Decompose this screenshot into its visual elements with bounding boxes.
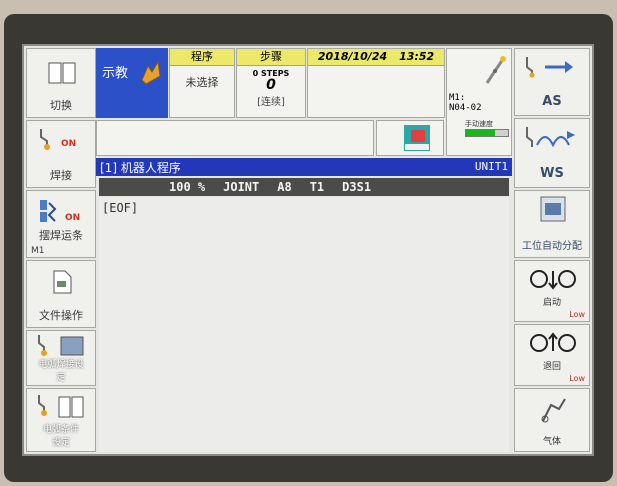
manual-speed-fill — [466, 130, 496, 136]
arc-weld-setting-icon — [38, 335, 84, 356]
file-operation-button[interactable]: 文件操作 — [26, 260, 96, 328]
arc-condition-setting-icon — [38, 395, 84, 418]
gas-button[interactable]: 气体 — [514, 388, 590, 452]
switch-label: 切换 — [50, 99, 72, 112]
station-auto-assign-button[interactable]: 工位自动分配 — [514, 190, 590, 258]
mode-label: 示教 — [102, 66, 129, 81]
time-value: 13:52 — [399, 50, 435, 63]
switch-button[interactable]: 切换 — [26, 48, 96, 118]
teach-hand-icon — [141, 60, 161, 85]
file-icon — [53, 270, 72, 294]
arc-weld-setting-label: 电弧焊接设定 — [38, 360, 84, 383]
as-button[interactable]: AS — [514, 48, 590, 116]
info-icon-box — [376, 120, 444, 156]
start-label: 启动 — [542, 298, 561, 308]
retract-button[interactable]: 退回 Low — [514, 324, 590, 386]
start-icon — [530, 270, 576, 290]
program-window-title: [1] 机器人程序 — [100, 161, 181, 175]
program-unit: UNIT1 — [474, 160, 508, 173]
gas-icon — [541, 398, 566, 423]
run-mode: [连续] — [257, 97, 285, 108]
torch-icon — [40, 129, 50, 150]
program-window-titlebar: [1] 机器人程序 UNIT1 — [96, 158, 512, 176]
date-value: 2018/10/24 — [317, 50, 388, 63]
robot-status-panel: M1: N04-02 手动速度 — [446, 48, 512, 156]
coord-system: JOINT — [223, 180, 260, 194]
retract-icon — [530, 332, 576, 352]
station-icon — [540, 196, 566, 222]
weave-icon — [40, 200, 57, 222]
weld-monitor-icon — [404, 125, 430, 151]
robot-id-line2: N04-02 — [449, 103, 482, 113]
weave-mechanism-label: M1 — [31, 246, 45, 256]
steps-field-label: 步骤 — [237, 49, 305, 66]
status-t: T1 — [309, 180, 325, 194]
arc-weld-setting-button[interactable]: 电弧焊接设定 — [26, 330, 96, 386]
file-operation-label: 文件操作 — [39, 309, 83, 322]
ws-button[interactable]: WS — [514, 118, 590, 188]
manual-speed-bar[interactable] — [465, 129, 509, 137]
retract-label: 退回 — [542, 362, 561, 372]
status-a: A8 — [277, 180, 292, 194]
book-icon — [48, 62, 76, 84]
weave-button[interactable]: ON 摆焊运条 M1 — [26, 190, 96, 258]
station-auto-assign-label: 工位自动分配 — [522, 241, 582, 252]
arc-condition-setting-label: 电弧条件设定 — [42, 425, 79, 448]
manual-speed-label: 手动速度 — [465, 120, 493, 128]
as-icon — [526, 57, 573, 78]
datetime-bar: 2018/10/24 13:52 — [308, 49, 444, 66]
robot-status-line: 100 % JOINT A8 T1 D3S1 — [99, 178, 509, 196]
arc-condition-setting-button[interactable]: 电弧条件设定 — [26, 388, 96, 452]
weld-on-indicator: ON — [61, 139, 77, 149]
info-strip — [96, 120, 374, 156]
start-speed-label: Low — [569, 310, 585, 319]
status-d: D3S1 — [342, 180, 372, 194]
datetime-field: 2018/10/24 13:52 — [307, 48, 445, 118]
weld-toggle-button[interactable]: ON 焊接 — [26, 120, 96, 188]
retract-speed-label: Low — [569, 374, 585, 383]
mode-indicator: 示教 — [96, 48, 168, 118]
weave-label: 摆焊运条 — [39, 229, 83, 242]
robot-id-line1: M1: — [449, 93, 466, 103]
gas-label: 气体 — [542, 437, 561, 447]
robot-arm-icon — [485, 56, 506, 84]
eof-marker: [EOF] — [102, 201, 139, 215]
start-button[interactable]: 启动 Low — [514, 260, 590, 322]
program-field[interactable]: 程序 未选择 — [169, 48, 235, 118]
steps-value: 0 — [266, 77, 276, 93]
program-field-label: 程序 — [170, 49, 234, 66]
weld-label: 焊接 — [50, 169, 72, 182]
program-value: 未选择 — [185, 76, 219, 89]
speed-percent: 100 % — [169, 180, 206, 194]
teach-pendant-screen: 切换 ON 焊接 ON 摆焊运条 M1 文件操作 电弧焊接设定 电弧条件设定 示… — [22, 44, 594, 456]
ws-label: WS — [540, 166, 564, 181]
steps-field[interactable]: 步骤 0 STEPS 0 [连续] — [236, 48, 306, 118]
ws-icon — [526, 127, 575, 148]
as-label: AS — [542, 94, 562, 109]
weave-on-indicator: ON — [65, 213, 81, 223]
program-editor-area[interactable]: [EOF] — [99, 197, 509, 452]
